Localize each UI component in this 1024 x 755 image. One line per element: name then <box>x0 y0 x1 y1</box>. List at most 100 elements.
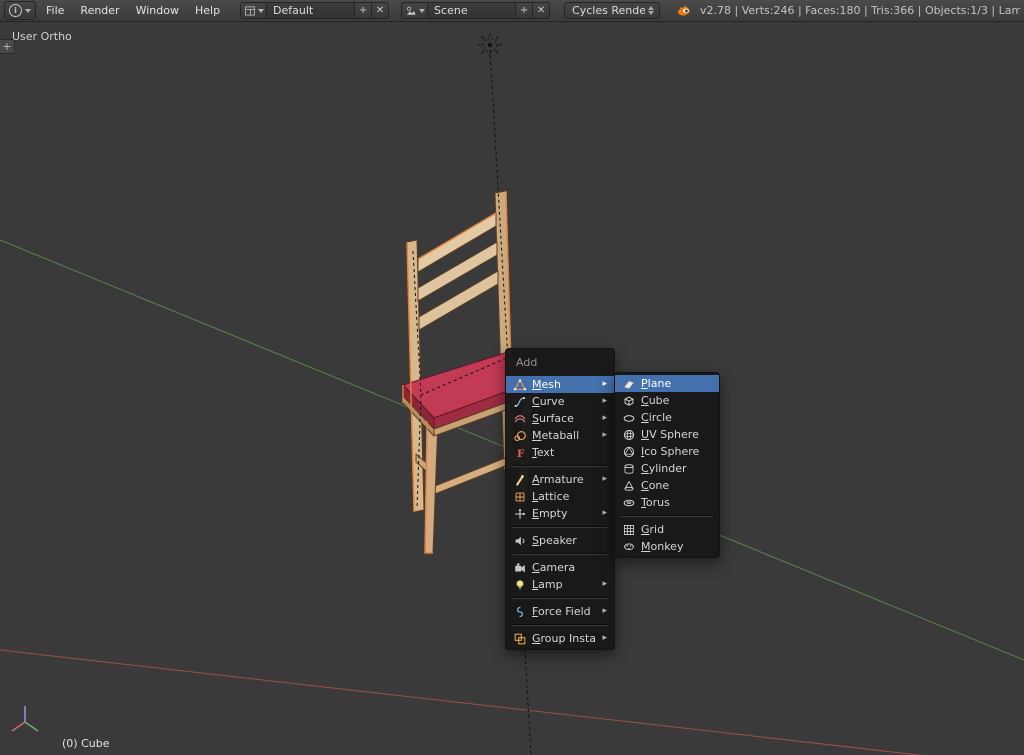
screen-browse-button[interactable] <box>240 2 267 19</box>
menu-item-label: Speaker <box>532 534 577 547</box>
screen-delete-button[interactable]: ✕ <box>372 2 389 19</box>
mesh-submenu-item-cone[interactable]: Cone <box>615 477 719 494</box>
menu-separator <box>512 624 608 626</box>
menu-separator <box>512 526 608 528</box>
menu-separator <box>621 515 713 517</box>
submenu-arrow-icon: ▸ <box>602 509 607 518</box>
screen-name-field[interactable]: Default <box>267 2 355 19</box>
menu-item-label: Circle <box>641 411 672 424</box>
scene-selector: Scene + ✕ <box>401 2 550 19</box>
scene-add-button[interactable]: + <box>516 2 533 19</box>
add-menu-item-text[interactable]: FText <box>506 444 614 461</box>
submenu-arrow-icon: ▸ <box>602 380 607 389</box>
speaker-icon <box>512 534 527 548</box>
menu-item-label: Curve <box>532 395 564 408</box>
mesh-submenu: Plane Cube Circle UV Sphere Ico Sphere Cylind… <box>614 372 720 558</box>
menu-item-label: Mesh <box>532 378 561 391</box>
menu-render[interactable]: Render <box>72 4 127 17</box>
mesh-submenu-item-uv-sphere[interactable]: UV Sphere <box>615 426 719 443</box>
mesh-submenu-item-cylinder[interactable]: Cylinder <box>615 460 719 477</box>
mesh-submenu-item-monkey[interactable]: Monkey <box>615 538 719 555</box>
add-menu-item-camera[interactable]: Camera <box>506 559 614 576</box>
submenu-arrow-icon: ▸ <box>602 607 607 616</box>
menu-separator <box>512 465 608 467</box>
text-icon: F <box>512 446 527 460</box>
mesh-submenu-item-grid[interactable]: Grid <box>615 521 719 538</box>
view-name-label: User Ortho <box>12 30 72 43</box>
add-menu-item-force-field[interactable]: Force Field ▸ <box>506 603 614 620</box>
menu-item-label: Ico Sphere <box>641 445 699 458</box>
chevron-down-icon <box>25 9 31 13</box>
add-menu-item-metaball[interactable]: Metaball ▸ <box>506 427 614 444</box>
menu-item-label: UV Sphere <box>641 428 699 441</box>
scene-icon <box>405 5 417 17</box>
scene-delete-button[interactable]: ✕ <box>533 2 550 19</box>
menu-item-label: Cube <box>641 394 669 407</box>
active-object-label: (0) Cube <box>62 737 109 750</box>
metaball-icon <box>512 429 527 443</box>
cylinder-icon <box>621 462 636 476</box>
mesh-submenu-item-ico-sphere[interactable]: Ico Sphere <box>615 443 719 460</box>
add-menu-item-armature[interactable]: Armature ▸ <box>506 471 614 488</box>
axis-gizmo <box>12 706 38 731</box>
lattice-icon <box>512 490 527 504</box>
plane-icon <box>621 377 636 391</box>
scene-browse-button[interactable] <box>401 2 428 19</box>
mesh-submenu-item-torus[interactable]: Torus <box>615 494 719 511</box>
render-engine-dropdown[interactable]: Cycles Render <box>564 2 660 19</box>
viewport-3d[interactable]: User Ortho + (0) Cube Add Mesh▸Curve▸Sur… <box>0 22 1024 755</box>
add-menu-item-speaker[interactable]: Speaker <box>506 532 614 549</box>
add-menu-item-empty[interactable]: Empty ▸ <box>506 505 614 522</box>
add-menu-item-lattice[interactable]: Lattice <box>506 488 614 505</box>
mesh-submenu-item-cube[interactable]: Cube <box>615 392 719 409</box>
menu-item-label: Metaball <box>532 429 579 442</box>
mesh-submenu-item-circle[interactable]: Circle <box>615 409 719 426</box>
menu-item-label: Surface <box>532 412 574 425</box>
menu-separator <box>512 597 608 599</box>
menu-help[interactable]: Help <box>187 4 228 17</box>
chevron-down-icon <box>258 9 264 13</box>
menu-item-label: Camera <box>532 561 575 574</box>
menu-item-label: Force Field <box>532 605 591 618</box>
monkey-icon <box>621 540 636 554</box>
add-menu-item-surface[interactable]: Surface ▸ <box>506 410 614 427</box>
menu-item-label: Empty <box>532 507 567 520</box>
menu-item-label: Monkey <box>641 540 683 553</box>
menu-item-label: Grid <box>641 523 664 536</box>
menu-file[interactable]: File <box>38 4 72 17</box>
add-menu-item-lamp[interactable]: Lamp▸ <box>506 576 614 593</box>
surface-icon <box>512 412 527 426</box>
menu-item-label: Cylinder <box>641 462 687 475</box>
force-icon <box>512 605 527 619</box>
mesh-submenu-item-plane[interactable]: Plane <box>615 375 719 392</box>
render-engine-value: Cycles Render <box>572 4 645 17</box>
screen-add-button[interactable]: + <box>355 2 372 19</box>
screen-layout-icon <box>244 5 256 17</box>
submenu-arrow-icon: ▸ <box>602 414 607 423</box>
lamp-icon <box>512 578 527 592</box>
menu-item-label: Torus <box>641 496 670 509</box>
torus-icon <box>621 496 636 510</box>
cone-icon <box>621 479 636 493</box>
submenu-arrow-icon: ▸ <box>602 431 607 440</box>
cube-icon <box>621 394 636 408</box>
scene-name-field[interactable]: Scene <box>428 2 516 19</box>
menu-item-label: Plane <box>641 377 671 390</box>
menu-item-label: Armature <box>532 473 584 486</box>
submenu-arrow-icon: ▸ <box>602 634 607 643</box>
submenu-arrow-icon: ▸ <box>602 475 607 484</box>
updown-arrows-icon <box>648 6 654 15</box>
add-menu-item-group-instance[interactable]: Group Instance▸ <box>506 630 614 647</box>
add-menu-item-mesh[interactable]: Mesh ▸ <box>506 376 614 393</box>
toolbar-expand-button[interactable]: + <box>0 39 15 54</box>
screen-layout-selector: Default + ✕ <box>240 2 389 19</box>
menu-item-label: Cone <box>641 479 669 492</box>
svg-text:F: F <box>516 447 524 459</box>
top-header-bar: i FileRenderWindowHelp Default + ✕ Scene… <box>0 0 1024 22</box>
info-editor-icon: i <box>9 4 22 17</box>
menu-window[interactable]: Window <box>128 4 187 17</box>
add-menu-item-curve[interactable]: Curve▸ <box>506 393 614 410</box>
blender-logo <box>676 3 692 18</box>
editor-type-selector[interactable]: i <box>4 1 36 20</box>
icosphere-icon <box>621 445 636 459</box>
